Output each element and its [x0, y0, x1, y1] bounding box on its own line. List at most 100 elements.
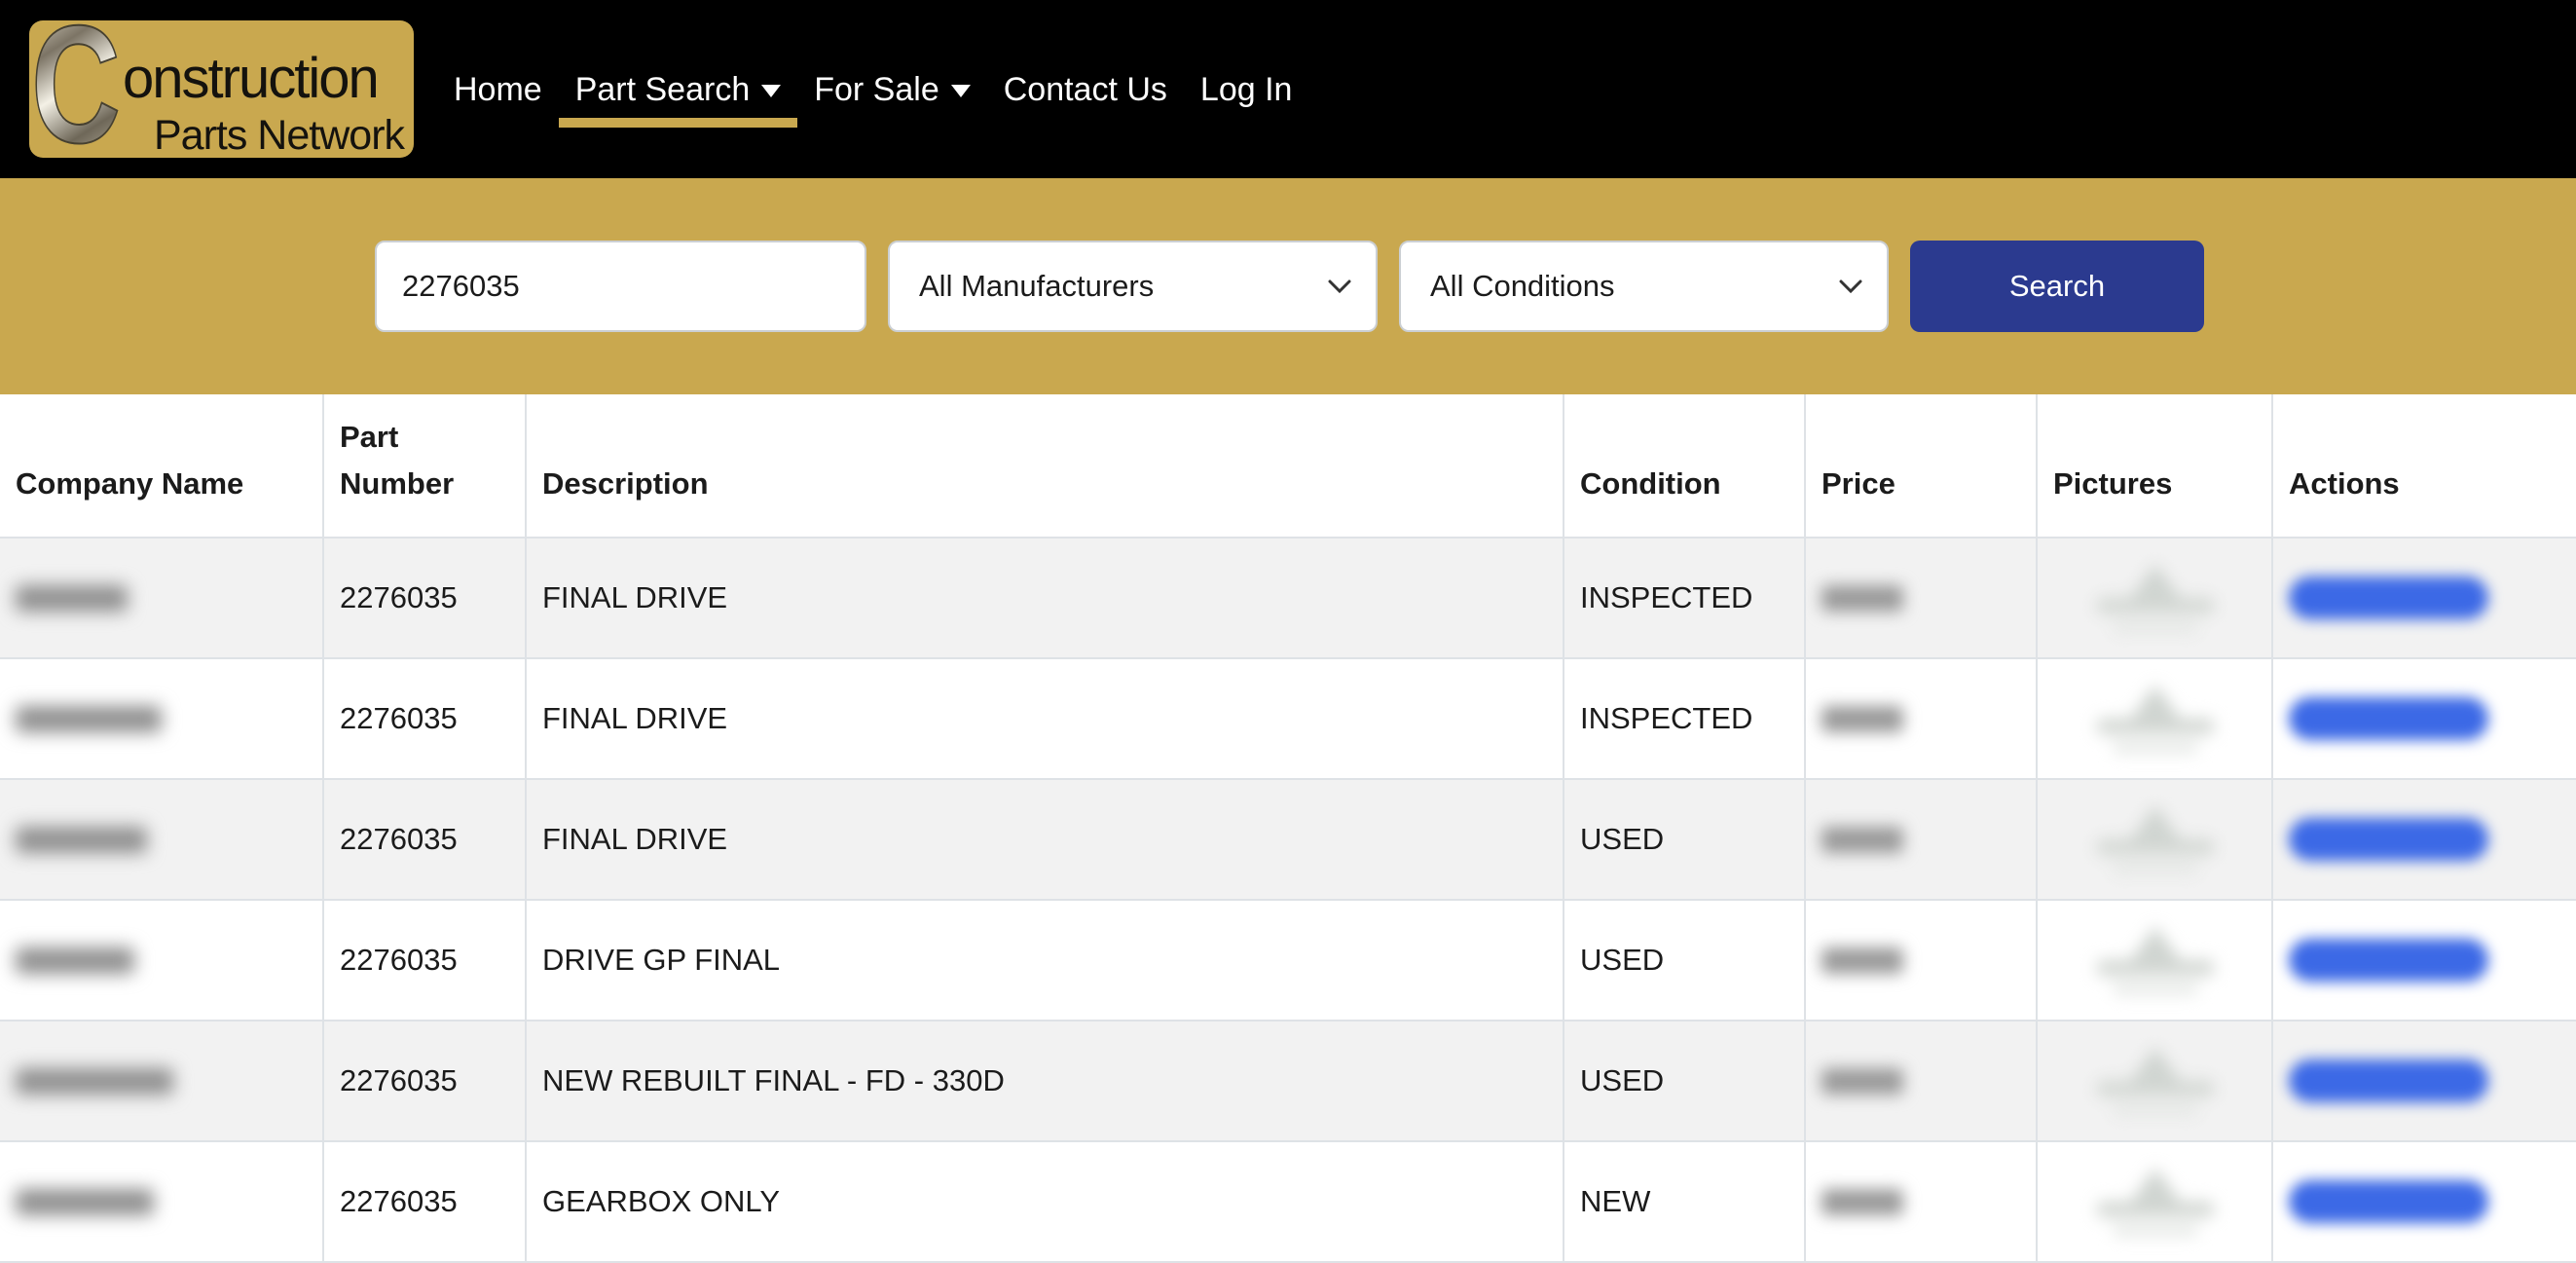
actions-cell	[2272, 779, 2576, 900]
description-cell: FINAL DRIVE	[526, 658, 1564, 779]
price-redacted	[1822, 1068, 1903, 1095]
top-header: C onstruction Parts Network Home Part Se…	[0, 0, 2576, 178]
company-name-redacted	[16, 1189, 154, 1215]
price-redacted	[1822, 585, 1903, 612]
picture-placeholder	[2053, 564, 2258, 632]
condition-cell: USED	[1564, 900, 1805, 1021]
select-value: All Conditions	[1430, 269, 1615, 304]
table-row: 2276035 FINAL DRIVE INSPECTED	[0, 658, 2576, 779]
header-price: Price	[1805, 394, 2037, 538]
logo-text: onstruction	[123, 46, 378, 111]
pictures-cell	[2037, 1021, 2272, 1141]
action-button-redacted[interactable]	[2289, 1180, 2488, 1223]
condition-select[interactable]: All Conditions	[1399, 241, 1889, 332]
company-name-redacted	[16, 706, 162, 732]
logo-letter-c: C	[31, 20, 121, 158]
picture-caption-redacted	[2113, 864, 2198, 873]
picture-caption-redacted	[2113, 622, 2198, 632]
part-number-input[interactable]	[375, 241, 866, 332]
price-cell	[1805, 658, 2037, 779]
actions-cell	[2272, 658, 2576, 779]
company-cell	[0, 1141, 323, 1262]
pictures-cell	[2037, 658, 2272, 779]
condition-cell: USED	[1564, 779, 1805, 900]
nav-item-for-sale[interactable]: For Sale	[797, 70, 987, 109]
action-button-redacted[interactable]	[2289, 939, 2488, 982]
picture-placeholder	[2053, 926, 2258, 994]
price-cell	[1805, 779, 2037, 900]
table-row: 2276035 NEW REBUILT FINAL - FD - 330D US…	[0, 1021, 2576, 1141]
nav-label: Log In	[1200, 70, 1293, 109]
action-button-redacted[interactable]	[2289, 576, 2488, 619]
picture-placeholder	[2053, 1168, 2258, 1236]
condition-cell: INSPECTED	[1564, 658, 1805, 779]
part-number-cell: 2276035	[323, 900, 526, 1021]
results-tbody: 2276035 FINAL DRIVE INSPECTED 2276035 FI…	[0, 538, 2576, 1262]
header-description: Description	[526, 394, 1564, 538]
action-button-redacted[interactable]	[2289, 697, 2488, 740]
header-actions: Actions	[2272, 394, 2576, 538]
chevron-down-icon	[1838, 279, 1863, 294]
logo[interactable]: C onstruction Parts Network	[29, 20, 414, 158]
description-cell: DRIVE GP FINAL	[526, 900, 1564, 1021]
condition-cell: USED	[1564, 1021, 1805, 1141]
image-icon	[2127, 805, 2184, 844]
action-button-redacted[interactable]	[2289, 1059, 2488, 1102]
action-button-redacted[interactable]	[2289, 818, 2488, 861]
picture-placeholder	[2053, 685, 2258, 753]
part-number-cell: 2276035	[323, 1021, 526, 1141]
nav-item-home[interactable]: Home	[437, 70, 559, 109]
nav-label: Home	[454, 70, 542, 109]
manufacturer-select[interactable]: All Manufacturers	[888, 241, 1378, 332]
part-number-cell: 2276035	[323, 1141, 526, 1262]
pictures-cell	[2037, 779, 2272, 900]
nav-item-log-in[interactable]: Log In	[1184, 70, 1309, 109]
search-band: All Manufacturers All Conditions Search	[0, 178, 2576, 394]
table-row: 2276035 FINAL DRIVE USED	[0, 779, 2576, 900]
price-redacted	[1822, 1189, 1903, 1215]
company-cell	[0, 538, 323, 658]
pictures-cell	[2037, 538, 2272, 658]
price-redacted	[1822, 947, 1903, 974]
logo-subtext: Parts Network	[154, 112, 404, 158]
image-icon	[2127, 685, 2184, 724]
description-cell: GEARBOX ONLY	[526, 1141, 1564, 1262]
company-cell	[0, 779, 323, 900]
search-form: All Manufacturers All Conditions Search	[375, 241, 2204, 332]
main-nav: Home Part Search For Sale Contact Us Log…	[437, 70, 1308, 109]
pictures-cell	[2037, 900, 2272, 1021]
price-redacted	[1822, 827, 1903, 853]
picture-caption-redacted	[2113, 984, 2198, 994]
picture-caption-redacted	[2113, 743, 2198, 753]
actions-cell	[2272, 900, 2576, 1021]
image-icon	[2127, 926, 2184, 965]
price-cell	[1805, 1021, 2037, 1141]
description-cell: FINAL DRIVE	[526, 779, 1564, 900]
price-cell	[1805, 900, 2037, 1021]
nav-item-contact-us[interactable]: Contact Us	[987, 70, 1184, 109]
price-cell	[1805, 538, 2037, 658]
image-icon	[2127, 1168, 2184, 1207]
header-pictures: Pictures	[2037, 394, 2272, 538]
picture-placeholder	[2053, 1047, 2258, 1115]
company-cell	[0, 900, 323, 1021]
company-name-redacted	[16, 585, 128, 612]
actions-cell	[2272, 1141, 2576, 1262]
table-row: 2276035 FINAL DRIVE INSPECTED	[0, 538, 2576, 658]
description-cell: FINAL DRIVE	[526, 538, 1564, 658]
part-number-cell: 2276035	[323, 779, 526, 900]
table-row: 2276035 GEARBOX ONLY NEW	[0, 1141, 2576, 1262]
header-condition: Condition	[1564, 394, 1805, 538]
image-icon	[2127, 1047, 2184, 1086]
table-row: 2276035 DRIVE GP FINAL USED	[0, 900, 2576, 1021]
results-table: Company Name Part Number Description Con…	[0, 394, 2576, 1263]
nav-item-part-search[interactable]: Part Search	[559, 70, 798, 109]
part-number-cell: 2276035	[323, 658, 526, 779]
nav-label: For Sale	[814, 70, 939, 109]
table-header-row: Company Name Part Number Description Con…	[0, 394, 2576, 538]
nav-label: Part Search	[575, 70, 751, 109]
image-icon	[2127, 564, 2184, 603]
price-redacted	[1822, 706, 1903, 732]
header-company-name: Company Name	[0, 394, 323, 538]
search-button[interactable]: Search	[1910, 241, 2204, 332]
